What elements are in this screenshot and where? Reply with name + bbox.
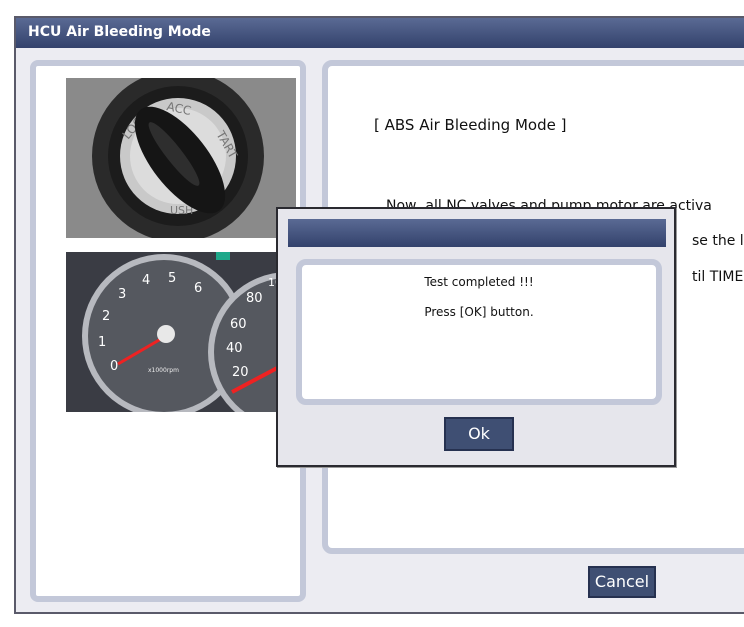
speed-80: 80 [246, 291, 263, 306]
speed-60: 60 [230, 317, 247, 332]
image-panel: LOCK ACC TART USH 0 1 2 3 4 5 6 x1000r [30, 60, 306, 602]
window-title: HCU Air Bleeding Mode [28, 24, 211, 40]
ok-button[interactable]: Ok [444, 417, 514, 451]
tach-6: 6 [194, 281, 202, 296]
cancel-button[interactable]: Cancel [588, 566, 656, 598]
speed-40: 40 [226, 341, 243, 356]
speed-20: 20 [232, 365, 249, 380]
dialog-message-1: Test completed !!! [424, 275, 534, 289]
dialog-titlebar [288, 219, 666, 247]
tach-5: 5 [168, 271, 176, 286]
tach-3: 3 [118, 287, 126, 302]
tach-2: 2 [102, 309, 110, 324]
tach-1: 1 [98, 335, 106, 350]
instruction-line-3: til TIME [692, 269, 744, 285]
mode-heading: [ ABS Air Bleeding Mode ] [374, 116, 567, 134]
tach-4: 4 [142, 273, 150, 288]
dialog-message-2: Press [OK] button. [424, 305, 534, 319]
tach-0: 0 [110, 359, 118, 374]
instrument-cluster-image: 0 1 2 3 4 5 6 x1000rpm 20 40 60 80 100 [66, 252, 296, 412]
dialog-message-box: Test completed !!! Press [OK] button. [296, 259, 662, 405]
ignition-switch-image: LOCK ACC TART USH [66, 78, 296, 238]
instruction-line-2: se the l [692, 233, 744, 249]
tach-unit: x1000rpm [148, 367, 179, 374]
test-completed-dialog: Test completed !!! Press [OK] button. Ok [276, 207, 676, 467]
window-titlebar: HCU Air Bleeding Mode [16, 18, 744, 48]
